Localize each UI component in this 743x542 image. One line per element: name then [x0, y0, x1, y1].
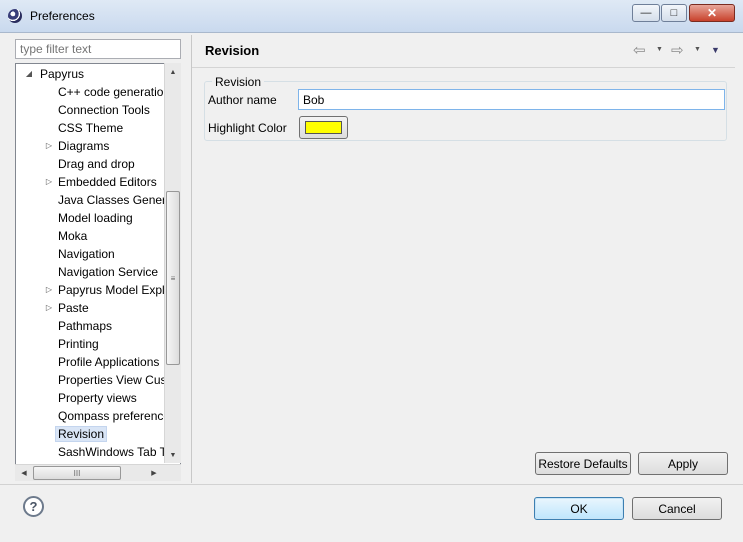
tree-item-label: SashWindows Tab T	[58, 445, 167, 459]
back-dropdown-icon[interactable]: ▼	[656, 46, 663, 53]
tree-item-label: C++ code generatio	[58, 85, 164, 99]
tree-item[interactable]: Connection Tools	[58, 101, 150, 119]
apply-button[interactable]: Apply	[638, 452, 728, 475]
author-name-label: Author name	[208, 93, 277, 107]
tree-item-label: Navigation	[58, 247, 115, 261]
tree-item-label: Navigation Service	[58, 265, 159, 279]
tree-item-label: Drag and drop	[58, 157, 135, 171]
tree-item-label: Model loading	[58, 211, 133, 225]
tree-item[interactable]: Navigation Service	[58, 263, 158, 281]
tree-item[interactable]: Moka	[58, 227, 87, 245]
scroll-thumb-vertical[interactable]: ≡	[166, 191, 180, 365]
minimize-button[interactable]: —	[632, 4, 660, 22]
tree-item[interactable]: Navigation	[58, 245, 115, 263]
page-header	[192, 35, 735, 68]
group-legend: Revision	[212, 75, 265, 89]
splitter[interactable]	[191, 35, 192, 483]
forward-arrow-icon[interactable]: ⇨	[671, 41, 684, 59]
footer-separator	[0, 484, 743, 485]
highlight-color-button[interactable]	[299, 116, 348, 139]
tree-item-label: Qompass preference	[58, 409, 171, 423]
tree-item-label: Papyrus Model Explo	[58, 283, 172, 297]
tree-item[interactable]: ▷ Paste	[46, 299, 89, 317]
tree-item-label: Profile Applications	[58, 355, 160, 369]
highlight-color-label: Highlight Color	[208, 121, 287, 135]
tree-item-label: Revision	[55, 426, 108, 442]
eclipse-icon	[8, 9, 22, 23]
grip-icon: III	[73, 468, 81, 478]
tree-expand-icon[interactable]: ▷	[45, 137, 53, 155]
author-name-input[interactable]	[298, 89, 725, 110]
tree-item[interactable]: ▷ Diagrams	[46, 137, 110, 155]
tree-collapse-icon[interactable]: ◢	[25, 65, 33, 83]
tree-item[interactable]: C++ code generatio	[58, 83, 163, 101]
tree-item[interactable]: CSS Theme	[58, 119, 123, 137]
tree-vertical-scrollbar[interactable]: ▲ ≡ ▼	[164, 63, 181, 463]
tree-item[interactable]: Java Classes Generat	[58, 191, 176, 209]
scroll-left-icon[interactable]: ◀	[16, 465, 32, 481]
tree-item[interactable]: SashWindows Tab T	[58, 443, 167, 461]
cancel-button[interactable]: Cancel	[632, 497, 722, 520]
color-swatch	[305, 121, 342, 134]
forward-dropdown-icon[interactable]: ▼	[694, 46, 701, 53]
tree-expand-icon[interactable]: ▷	[45, 173, 53, 191]
tree-item-label: Printing	[58, 337, 99, 351]
close-button[interactable]: ✕	[689, 4, 735, 22]
tree-expand-icon[interactable]: ▷	[45, 281, 53, 299]
tree-item[interactable]: Properties View Cust	[58, 371, 170, 389]
tree-item-label: Properties View Cust	[58, 373, 170, 387]
help-icon[interactable]: ?	[23, 496, 44, 517]
scroll-thumb-horizontal[interactable]: III	[33, 466, 121, 480]
restore-defaults-button[interactable]: Restore Defaults	[535, 452, 631, 475]
filter-input[interactable]	[15, 39, 181, 59]
tree-item-label: Embedded Editors	[58, 175, 157, 189]
page-title: Revision	[205, 43, 260, 58]
tree-item[interactable]: ▷ Papyrus Model Explo	[46, 281, 172, 299]
tree-item[interactable]: Pathmaps	[58, 317, 112, 335]
tree-item-label: Paste	[58, 301, 89, 315]
back-arrow-icon[interactable]: ⇦	[633, 41, 646, 59]
tree-item[interactable]: ▷ Embedded Editors	[46, 173, 157, 191]
tree-item-label: Property views	[58, 391, 137, 405]
window-title: Preferences	[30, 9, 95, 23]
tree-item-label: Papyrus	[40, 67, 85, 81]
maximize-button[interactable]: □	[661, 4, 687, 22]
tree-item-label: Diagrams	[58, 139, 110, 153]
scroll-down-icon[interactable]: ▼	[165, 447, 181, 463]
tree-item[interactable]: Revision	[55, 425, 108, 443]
tree-expand-icon[interactable]: ▷	[45, 299, 53, 317]
tree-item-label: Java Classes Generat	[58, 193, 177, 207]
tree-item-label: Connection Tools	[58, 103, 150, 117]
tree-item[interactable]: Printing	[58, 335, 99, 353]
ok-button[interactable]: OK	[534, 497, 624, 520]
tree-item-label: Pathmaps	[58, 319, 113, 333]
tree-item[interactable]: Qompass preference	[58, 407, 170, 425]
tree-item-label: Moka	[58, 229, 88, 243]
tree-horizontal-scrollbar[interactable]: ◀ III ▶	[15, 464, 181, 481]
tree-item[interactable]: Model loading	[58, 209, 133, 227]
grip-icon: ≡	[170, 273, 176, 283]
preferences-tree: ◢ Papyrus C++ code generatio Connection Too…	[15, 63, 181, 481]
scroll-up-icon[interactable]: ▲	[165, 64, 181, 80]
tree-item[interactable]: Drag and drop	[58, 155, 135, 173]
tree-item[interactable]: ◢ Papyrus	[26, 65, 85, 83]
tree-item[interactable]: Profile Applications	[58, 353, 159, 371]
scroll-right-icon[interactable]: ▶	[146, 465, 162, 481]
tree-item[interactable]: Property views	[58, 389, 137, 407]
view-menu-icon[interactable]: ▼	[711, 45, 720, 55]
tree-item-label: CSS Theme	[58, 121, 124, 135]
